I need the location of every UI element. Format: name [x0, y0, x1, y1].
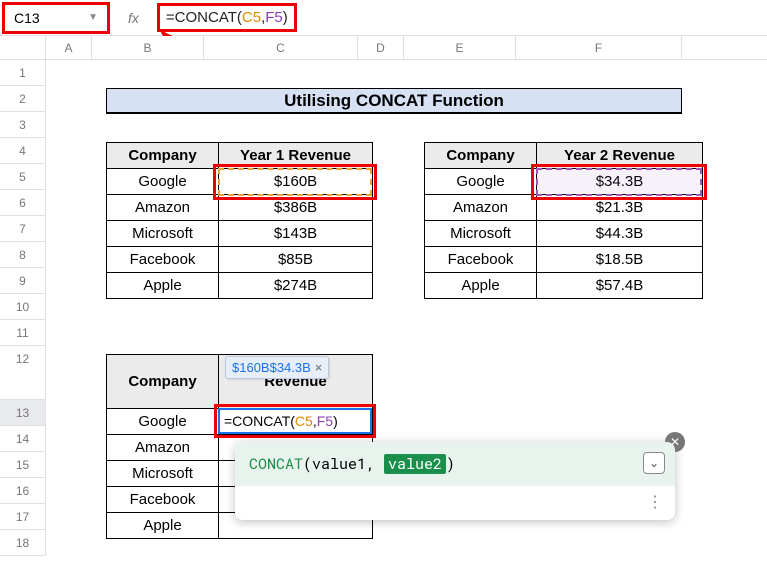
table-cell[interactable]: $160B: [219, 169, 373, 195]
preview-value: $160B$34.3B: [232, 360, 311, 375]
column-headers: A B C D E F: [0, 36, 767, 60]
table-cell[interactable]: Facebook: [107, 247, 219, 273]
row-headers: 1 2 3 4 5 6 7 8 9 10 11 12 13 14 15 16 1…: [0, 60, 46, 580]
cell-ref-f5: F5: [317, 413, 333, 429]
row-header[interactable]: 8: [0, 242, 46, 268]
col-header-a[interactable]: A: [46, 36, 92, 59]
helper-signature: CONCAT(value1, value2) ⌄: [235, 442, 675, 486]
row-header[interactable]: 11: [0, 320, 46, 346]
row-header[interactable]: 3: [0, 112, 46, 138]
select-all-corner[interactable]: [0, 36, 46, 59]
row-header[interactable]: 17: [0, 504, 46, 530]
col-header-f[interactable]: F: [516, 36, 682, 59]
formula-ref-c5: C5: [242, 9, 261, 26]
row-header[interactable]: 18: [0, 530, 46, 556]
row-header[interactable]: 16: [0, 478, 46, 504]
table-cell[interactable]: Microsoft: [425, 221, 537, 247]
row-header[interactable]: 9: [0, 268, 46, 294]
formula-input[interactable]: =CONCAT(C5,F5): [162, 8, 292, 27]
table-cell[interactable]: Apple: [107, 273, 219, 299]
table-cell[interactable]: Google: [425, 169, 537, 195]
formula-suffix: ): [283, 9, 288, 26]
helper-body: ⋮: [235, 486, 675, 520]
row-header[interactable]: 2: [0, 86, 46, 112]
spreadsheet: A B C D E F 1 2 3 4 5 6 7 8 9 10 11 12 1…: [0, 36, 767, 580]
table-cell[interactable]: $274B: [219, 273, 373, 299]
row-header[interactable]: 12: [0, 346, 46, 400]
row-header[interactable]: 14: [0, 426, 46, 452]
grid-area[interactable]: Utilising CONCAT Function CompanyYear 1 …: [46, 60, 767, 580]
t1-h1[interactable]: Company: [107, 143, 219, 169]
table-cell[interactable]: Google: [107, 169, 219, 195]
table-cell[interactable]: Amazon: [107, 195, 219, 221]
t3-h1[interactable]: Company: [107, 355, 219, 409]
table-cell[interactable]: $21.3B: [537, 195, 703, 221]
row-header[interactable]: 15: [0, 452, 46, 478]
col-header-b[interactable]: B: [92, 36, 204, 59]
table-cell[interactable]: Apple: [425, 273, 537, 299]
table-cell[interactable]: Facebook: [425, 247, 537, 273]
col-header-d[interactable]: D: [358, 36, 404, 59]
t2-h1[interactable]: Company: [425, 143, 537, 169]
table-cell[interactable]: $386B: [219, 195, 373, 221]
cell-ref-c5: C5: [295, 413, 313, 429]
col-header-e[interactable]: E: [404, 36, 516, 59]
chevron-down-icon[interactable]: ⌄: [643, 452, 665, 474]
row-header[interactable]: 6: [0, 190, 46, 216]
fx-label[interactable]: fx: [128, 10, 139, 26]
col-header-c[interactable]: C: [204, 36, 358, 59]
name-box-highlight: C13 ▼: [2, 2, 110, 34]
table-cell[interactable]: $57.4B: [537, 273, 703, 299]
table-cell[interactable]: $18.5B: [537, 247, 703, 273]
table-cell[interactable]: Amazon: [425, 195, 537, 221]
table-cell[interactable]: Facebook: [107, 487, 219, 513]
formula-bar-row: C13 ▼ fx =CONCAT(C5,F5) ➤: [0, 0, 767, 36]
table-cell[interactable]: Google: [107, 409, 219, 435]
formula-ref-f5: F5: [265, 9, 283, 26]
row-header[interactable]: 10: [0, 294, 46, 320]
table-year2: CompanyYear 2 Revenue Google$34.3B Amazo…: [424, 142, 703, 299]
more-icon[interactable]: ⋮: [647, 492, 663, 512]
name-box[interactable]: C13 ▼: [6, 6, 106, 30]
helper-fn: CONCAT: [249, 454, 303, 474]
helper-sig-pre: (value1,: [303, 454, 384, 474]
table-cell[interactable]: $85B: [219, 247, 373, 273]
active-cell-c13[interactable]: =CONCAT(C5,F5): [218, 408, 372, 434]
table-cell[interactable]: Apple: [107, 513, 219, 539]
cell-formula-prefix: =CONCAT(: [224, 413, 295, 429]
table-cell[interactable]: Amazon: [107, 435, 219, 461]
row-header[interactable]: 4: [0, 138, 46, 164]
cell-formula-suffix: ): [333, 413, 338, 429]
name-box-value: C13: [14, 10, 40, 26]
helper-sig-post: ): [446, 454, 455, 474]
table-cell[interactable]: $143B: [219, 221, 373, 247]
row-header[interactable]: 5: [0, 164, 46, 190]
chevron-down-icon[interactable]: ▼: [88, 12, 98, 23]
t2-h2[interactable]: Year 2 Revenue: [537, 143, 703, 169]
t1-h2[interactable]: Year 1 Revenue: [219, 143, 373, 169]
row-header[interactable]: 13: [0, 400, 46, 426]
helper-current-arg: value2: [384, 454, 446, 474]
table-cell[interactable]: Microsoft: [107, 461, 219, 487]
row-header[interactable]: 7: [0, 216, 46, 242]
formula-preview-tooltip: $160B$34.3B ×: [225, 356, 329, 379]
table-cell[interactable]: Microsoft: [107, 221, 219, 247]
table-year1: CompanyYear 1 Revenue Google$160B Amazon…: [106, 142, 373, 299]
close-icon[interactable]: ×: [315, 360, 323, 375]
formula-helper-popup: ✕ CONCAT(value1, value2) ⌄ ⋮: [235, 442, 675, 520]
table-cell[interactable]: $44.3B: [537, 221, 703, 247]
row-header[interactable]: 1: [0, 60, 46, 86]
page-title: Utilising CONCAT Function: [106, 88, 682, 114]
table-cell[interactable]: $34.3B: [537, 169, 703, 195]
